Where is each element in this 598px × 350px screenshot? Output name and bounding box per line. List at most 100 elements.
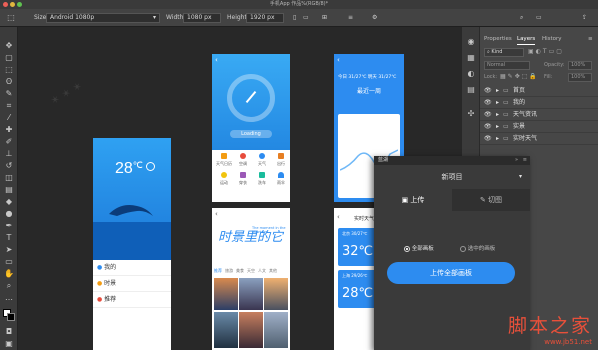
eyedropper-tool-icon[interactable]: ⁄: [4, 113, 14, 123]
lasso-tool-icon[interactable]: ʘ: [4, 77, 14, 87]
visibility-eye-icon[interactable]: 👁: [484, 85, 492, 97]
path-select-icon[interactable]: ➤: [4, 245, 14, 255]
artboard-gauge[interactable]: ‹ Loading 天气日历 空调 天气 出行 运动 穿衣 洗车 雨伞: [212, 54, 290, 202]
back-icon[interactable]: ‹: [337, 213, 340, 221]
visibility-eye-icon[interactable]: 👁: [484, 133, 492, 145]
filter-icons[interactable]: ▣◐T▭▢: [528, 48, 564, 55]
layer-row[interactable]: 👁 ▸ ▭ 实景: [480, 121, 598, 133]
brush-tool-icon[interactable]: ✐: [4, 137, 14, 147]
tab-sky[interactable]: 天空: [247, 268, 255, 273]
tool-preset-icon[interactable]: ⬚: [4, 12, 18, 24]
upload-all-button[interactable]: 上传全部画板: [387, 262, 515, 284]
width-field[interactable]: 1080 px: [183, 13, 221, 23]
tab-culture[interactable]: 人文: [258, 268, 266, 273]
dodge-tool-icon[interactable]: ●: [4, 209, 14, 219]
adjustments-panel-icon[interactable]: ◐: [466, 69, 476, 79]
grid-item[interactable]: 空调: [234, 153, 252, 167]
blur-tool-icon[interactable]: ◆: [4, 197, 14, 207]
list-item[interactable]: ● 我的: [93, 260, 171, 276]
expand-arrow-icon[interactable]: ▸: [496, 109, 499, 121]
more-tools-icon[interactable]: …: [4, 293, 14, 303]
marquee-tool-icon[interactable]: ⬚: [4, 65, 14, 75]
list-item[interactable]: ● 时景: [93, 276, 171, 292]
hand-tool-icon[interactable]: ✋: [4, 269, 14, 279]
tab-layers[interactable]: Layers: [517, 33, 536, 45]
project-selector[interactable]: 新项目 ▾: [374, 168, 530, 186]
stamp-tool-icon[interactable]: ⊥: [4, 149, 14, 159]
grid-item[interactable]: 天气日历: [215, 153, 233, 167]
height-field[interactable]: 1920 px: [246, 13, 284, 23]
size-dropdown[interactable]: Android 1080p ▾: [46, 13, 160, 23]
layer-row[interactable]: 👁 ▸ ▭ 我的: [480, 97, 598, 109]
move-tool-icon[interactable]: ✥: [4, 41, 14, 51]
kind-filter[interactable]: ⌕ Kind: [484, 48, 524, 57]
crop-tool-icon[interactable]: ⌗: [4, 101, 14, 111]
visibility-eye-icon[interactable]: 👁: [484, 109, 492, 121]
artboard-scenic[interactable]: ‹ 时景里的它 The moment in the Nowhere 推荐 旅游 美食…: [212, 208, 290, 350]
pen-tool-icon[interactable]: ✒: [4, 221, 14, 231]
radio-selected-artboards[interactable]: 选中的画板: [460, 244, 495, 252]
portrait-icon[interactable]: ▯: [293, 12, 296, 24]
libraries-panel-icon[interactable]: ▤: [466, 85, 476, 95]
visibility-eye-icon[interactable]: 👁: [484, 97, 492, 109]
photo-thumb[interactable]: [239, 278, 263, 310]
grid-item[interactable]: 出行: [272, 153, 290, 167]
align-icon[interactable]: ≡: [348, 12, 353, 24]
gradient-tool-icon[interactable]: ▤: [4, 185, 14, 195]
background-color-swatch[interactable]: [7, 313, 15, 321]
photo-thumb[interactable]: [264, 278, 288, 310]
tab-slice[interactable]: ✎ 切图: [452, 189, 530, 211]
lanhu-plugin-icon[interactable]: ✣: [466, 109, 476, 119]
screen-mode-icon[interactable]: ▣: [4, 339, 14, 349]
tab-other[interactable]: 其他: [269, 268, 277, 273]
healing-tool-icon[interactable]: ✚: [4, 125, 14, 135]
type-tool-icon[interactable]: T: [4, 233, 14, 243]
photo-thumb[interactable]: [239, 312, 263, 348]
color-panel-icon[interactable]: ◉: [466, 37, 476, 47]
panel-menu-icon[interactable]: ≡: [588, 33, 593, 45]
history-brush-icon[interactable]: ↺: [4, 161, 14, 171]
blend-mode-dropdown[interactable]: Normal: [484, 61, 530, 70]
layer-row[interactable]: 👁 ▸ ▭ 天气资讯: [480, 109, 598, 121]
visibility-eye-icon[interactable]: 👁: [484, 121, 492, 133]
swatches-panel-icon[interactable]: ▦: [466, 53, 476, 63]
fill-field[interactable]: 100%: [568, 73, 592, 82]
grid-item[interactable]: 洗车: [253, 172, 271, 186]
settings-icon[interactable]: ⚙: [372, 12, 377, 24]
rectangle-tool-icon[interactable]: ▭: [4, 257, 14, 267]
workspace-icon[interactable]: ▭: [536, 12, 542, 24]
tab-travel[interactable]: 旅游: [225, 268, 233, 273]
back-icon[interactable]: ‹: [215, 210, 218, 218]
landscape-icon[interactable]: ▭: [303, 12, 309, 24]
plugin-menu-icon[interactable]: ≡: [523, 156, 527, 165]
share-icon[interactable]: ⇪: [582, 12, 587, 24]
grid-item[interactable]: 穿衣: [234, 172, 252, 186]
collapse-icon[interactable]: »: [515, 156, 518, 165]
grid-item[interactable]: 雨伞: [272, 172, 290, 186]
layer-row[interactable]: 👁 ▸ ▭ 首页: [480, 85, 598, 97]
quick-mask-icon[interactable]: ◘: [4, 327, 14, 337]
loading-button[interactable]: Loading: [230, 130, 272, 138]
tab-recommend[interactable]: 推荐: [214, 268, 222, 273]
expand-arrow-icon[interactable]: ▸: [496, 85, 499, 97]
expand-arrow-icon[interactable]: ▸: [496, 121, 499, 133]
quick-select-tool-icon[interactable]: ✎: [4, 89, 14, 99]
lock-icons[interactable]: ▦✎✥⬚🔒: [500, 73, 539, 80]
radio-all-artboards[interactable]: 全部画板: [404, 244, 434, 252]
add-artboard-icon[interactable]: ⊞: [322, 12, 327, 24]
tab-upload[interactable]: ▣ 上传: [374, 189, 452, 211]
grid-item[interactable]: 运动: [215, 172, 233, 186]
expand-arrow-icon[interactable]: ▸: [496, 133, 499, 145]
photo-thumb[interactable]: [214, 312, 238, 348]
photo-thumb[interactable]: [264, 312, 288, 348]
tab-properties[interactable]: Properties: [484, 33, 512, 45]
back-icon[interactable]: ‹: [215, 56, 218, 64]
tab-food[interactable]: 美食: [236, 268, 244, 273]
search-icon[interactable]: ⌕: [520, 12, 523, 24]
expand-arrow-icon[interactable]: ▸: [496, 97, 499, 109]
grid-item[interactable]: 天气: [253, 153, 271, 167]
photo-thumb[interactable]: [214, 278, 238, 310]
back-icon[interactable]: ‹: [337, 56, 340, 64]
zoom-tool-icon[interactable]: ⌕: [4, 281, 14, 291]
tab-history[interactable]: History: [542, 33, 562, 45]
